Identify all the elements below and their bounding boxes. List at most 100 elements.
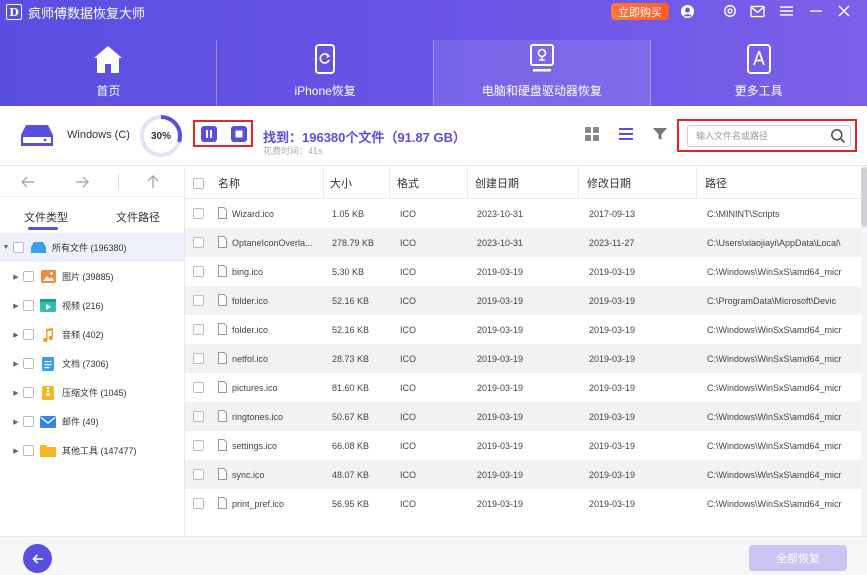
tree-item-video[interactable]: ▶ 视频 (216): [0, 291, 184, 320]
back-icon: [31, 553, 43, 564]
collapsed-triangle-icon[interactable]: ▶: [12, 302, 20, 310]
table-row[interactable]: sync.ico 48.07 KB ICO 2019-03-19 2019-03-19 C…: [185, 460, 867, 489]
column-header-path[interactable]: 路径: [705, 167, 727, 199]
row-checkbox[interactable]: [193, 411, 204, 422]
row-checkbox[interactable]: [193, 469, 204, 480]
table-row[interactable]: folder.ico 52.16 KB ICO 2019-03-19 2019-03-1…: [185, 315, 867, 344]
row-checkbox[interactable]: [193, 353, 204, 364]
cell-size: 81.60 KB: [332, 382, 370, 393]
cell-name: folder.ico: [232, 324, 269, 335]
tab-file-path[interactable]: 文件路径: [92, 197, 184, 233]
top-banner: D 疯师傅数据恢复大师 立即购买 首页 iPhone恢复 电脑和硬盘驱动器恢复 …: [0, 0, 867, 106]
row-checkbox[interactable]: [193, 237, 204, 248]
column-header-format[interactable]: 格式: [397, 167, 419, 199]
checkbox[interactable]: [13, 242, 24, 253]
checkbox[interactable]: [23, 445, 34, 456]
nav-label-iphone: iPhone恢复: [294, 84, 356, 98]
column-divider: [467, 167, 468, 199]
row-checkbox[interactable]: [193, 266, 204, 277]
cell-path: C:\Windows\WinSxS\amd64_micr: [707, 469, 842, 480]
checkbox[interactable]: [23, 300, 34, 311]
row-checkbox[interactable]: [193, 208, 204, 219]
file-icon: [218, 323, 227, 335]
recover-all-button[interactable]: 全部恢复: [749, 545, 847, 571]
nav-home[interactable]: 首页: [0, 40, 217, 106]
pause-button[interactable]: [201, 126, 217, 142]
column-header-modified[interactable]: 修改日期: [587, 167, 631, 199]
column-header-name[interactable]: 名称: [218, 167, 240, 199]
collapsed-triangle-icon[interactable]: ▶: [12, 273, 20, 281]
checkbox[interactable]: [23, 358, 34, 369]
settings-icon[interactable]: [722, 3, 738, 19]
cell-format: ICO: [400, 295, 417, 306]
scrollbar[interactable]: [861, 167, 867, 536]
tree-item-label: 压缩文件 (1045): [62, 388, 127, 398]
tree-item-mail[interactable]: ▶ 邮件 (49): [0, 407, 184, 436]
row-checkbox[interactable]: [193, 440, 204, 451]
scrollbar-thumb[interactable]: [861, 167, 867, 227]
tree-item-folder[interactable]: ▶ 其他工具 (147477): [0, 436, 184, 465]
nav-more-tools[interactable]: 更多工具: [650, 40, 867, 106]
tree-item-all[interactable]: ▼ 所有文件 (196380): [0, 233, 184, 262]
back-button[interactable]: [23, 544, 52, 573]
select-all-checkbox[interactable]: [193, 167, 204, 199]
cell-path: C:\Windows\WinSxS\amd64_micr: [707, 324, 842, 335]
table-row[interactable]: Wizard.ico 1.05 KB ICO 2023-10-31 2017-09-13…: [185, 199, 867, 228]
grid-view-icon[interactable]: [584, 126, 600, 142]
checkbox[interactable]: [23, 271, 34, 282]
expanded-triangle-icon[interactable]: ▼: [2, 244, 10, 251]
menu-icon[interactable]: [778, 3, 794, 19]
mail-icon[interactable]: [749, 3, 765, 19]
table-row[interactable]: print_pref.ico 56.95 KB ICO 2019-03-19 2019-…: [185, 489, 867, 518]
column-header-created[interactable]: 创建日期: [475, 167, 519, 199]
table-row[interactable]: OptaneIconOverla... 278.79 KB ICO 2023-10-3…: [185, 228, 867, 257]
table-row[interactable]: netfol.ico 28.73 KB ICO 2019-03-19 2019-03-1…: [185, 344, 867, 373]
back-arrow-icon[interactable]: [20, 174, 36, 190]
table-row[interactable]: settings.ico 66.08 KB ICO 2019-03-19 2019-03…: [185, 431, 867, 460]
table-row[interactable]: ringtones.ico 50.67 KB ICO 2019-03-19 2019-0…: [185, 402, 867, 431]
table-row[interactable]: bing.ico 5.30 KB ICO 2019-03-19 2019-03-19 C:…: [185, 257, 867, 286]
search-input[interactable]: [688, 126, 828, 146]
checkbox[interactable]: [23, 329, 34, 340]
row-checkbox[interactable]: [193, 498, 204, 509]
close-icon[interactable]: [836, 3, 852, 19]
column-header-size[interactable]: 大小: [330, 167, 352, 199]
scan-status-bar: Windows (C) 30% 找到：196380个文件（91.87 GB） 花…: [0, 106, 867, 166]
cell-format: ICO: [400, 353, 417, 364]
forward-arrow-icon[interactable]: [74, 174, 90, 190]
sidebar-nav: [0, 167, 184, 197]
cell-format: ICO: [400, 498, 417, 509]
tree-item-label: 图片 (39885): [62, 272, 114, 282]
collapsed-triangle-icon[interactable]: ▶: [12, 389, 20, 397]
account-icon[interactable]: [679, 3, 695, 19]
tree-item-archive[interactable]: ▶ 压缩文件 (1045): [0, 378, 184, 407]
table-row[interactable]: pictures.ico 81.60 KB ICO 2019-03-19 2019-03…: [185, 373, 867, 402]
tree-item-document[interactable]: ▶ 文档 (7306): [0, 349, 184, 378]
list-view-icon[interactable]: [618, 126, 634, 142]
up-arrow-icon[interactable]: [145, 174, 161, 190]
stop-button[interactable]: [231, 126, 247, 142]
filter-icon[interactable]: [652, 126, 668, 142]
file-icon: [218, 207, 227, 219]
tree-item-image[interactable]: ▶ 图片 (39885): [0, 262, 184, 291]
row-checkbox[interactable]: [193, 382, 204, 393]
table-row[interactable]: folder.ico 52.16 KB ICO 2019-03-19 2019-03-1…: [185, 286, 867, 315]
nav-computer-recovery[interactable]: 电脑和硬盘驱动器恢复: [433, 40, 651, 106]
checkbox[interactable]: [23, 387, 34, 398]
collapsed-triangle-icon[interactable]: ▶: [12, 360, 20, 368]
buy-now-button[interactable]: 立即购买: [611, 3, 669, 20]
tree-item-audio[interactable]: ▶ 音频 (402): [0, 320, 184, 349]
row-checkbox[interactable]: [193, 295, 204, 306]
collapsed-triangle-icon[interactable]: ▶: [12, 447, 20, 455]
cell-created: 2023-10-31: [477, 237, 524, 248]
row-checkbox[interactable]: [193, 324, 204, 335]
tree-item-label: 其他工具 (147477): [62, 446, 137, 456]
drive-small-icon: [30, 241, 46, 255]
minimize-icon[interactable]: [808, 3, 824, 19]
collapsed-triangle-icon[interactable]: ▶: [12, 331, 20, 339]
checkbox[interactable]: [23, 416, 34, 427]
search-icon[interactable]: [830, 128, 846, 144]
nav-iphone-recovery[interactable]: iPhone恢复: [217, 40, 434, 106]
video-icon: [40, 299, 56, 313]
collapsed-triangle-icon[interactable]: ▶: [12, 418, 20, 426]
